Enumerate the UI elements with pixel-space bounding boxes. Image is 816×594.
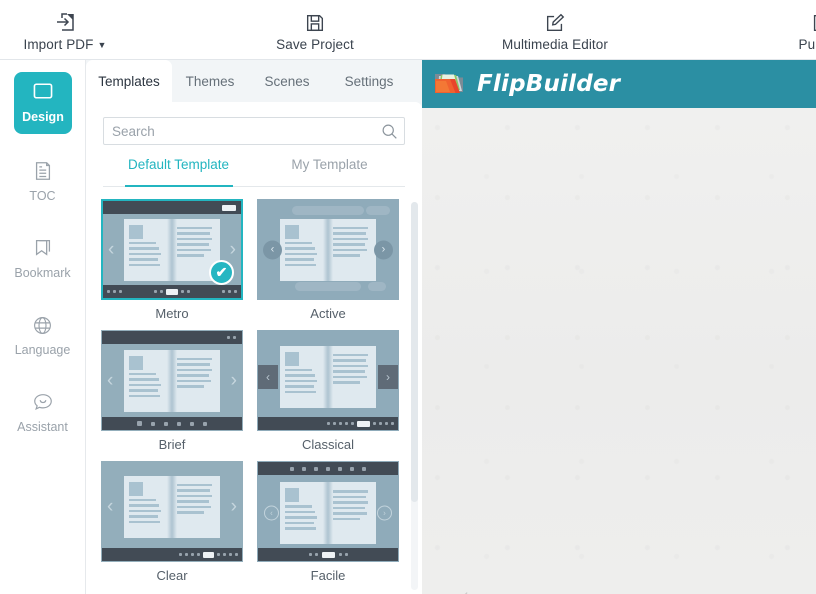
sidebar-item-assistant[interactable]: Assistant (0, 373, 85, 434)
book-preview (280, 345, 376, 408)
template-card-clear[interactable]: ‹ › Clear (101, 461, 243, 583)
book-preview (280, 218, 376, 281)
tab-label: Themes (185, 73, 235, 89)
template-card-active[interactable]: ‹ › Active (257, 199, 399, 321)
chevron-down-icon[interactable]: ▼ (98, 40, 107, 50)
selected-check-icon: ✔ (209, 260, 234, 285)
tab-label: Templates (98, 73, 160, 89)
search-icon[interactable] (374, 123, 404, 140)
template-thumbnail: ‹ › (257, 330, 399, 431)
tab-label: Scenes (264, 73, 310, 89)
search-box[interactable] (103, 117, 405, 145)
template-source-tabs: Default Template My Template (103, 157, 405, 187)
page-next-arrow: › (377, 505, 392, 521)
template-card-facile[interactable]: ‹ › Facile (257, 461, 399, 583)
bookmark-icon (32, 233, 54, 263)
book-preview (280, 482, 376, 545)
tab-themes[interactable]: Themes (172, 60, 248, 102)
toolbar-button-multimedia-editor[interactable]: Multimedia Editor (480, 2, 630, 58)
template-name: Classical (301, 437, 354, 452)
template-card-classical[interactable]: ‹ › Classical (257, 330, 399, 452)
sidebar-item-bookmark[interactable]: Bookmark (0, 219, 85, 280)
book-preview (124, 349, 220, 412)
sidebar-item-label: Design (22, 110, 64, 124)
toolbar-label: Import PDF ▼ (23, 37, 106, 52)
template-grid: ‹ › ✔ Metro ‹ › Active ‹ › Brief ‹ › Cla… (96, 199, 412, 594)
book-preview (124, 475, 220, 538)
sidebar-item-toc[interactable]: TOC (0, 142, 85, 203)
panel-tabstrip: Templates Themes Scenes Settings (86, 60, 422, 102)
toolbar-button-import-pdf[interactable]: Import PDF ▼ (0, 2, 130, 58)
brand-title: FlipBuilder (477, 71, 621, 97)
template-thumbnail: ‹ › (101, 461, 243, 562)
publish-icon (810, 8, 816, 34)
templates-panel: Templates Themes Scenes Settings Search … (86, 60, 422, 594)
subtab-default-template[interactable]: Default Template (103, 157, 254, 186)
tab-templates[interactable]: Templates (86, 60, 172, 102)
sidebar-item-label: TOC (29, 189, 56, 203)
page-prev-arrow: ‹ (258, 364, 278, 389)
toolbar-button-save-project[interactable]: Save Project (260, 2, 370, 58)
sidebar-item-label: Bookmark (14, 266, 71, 280)
page-prev-arrow: ‹ (264, 505, 279, 521)
page-prev-arrow: ‹ (107, 369, 114, 391)
sidebar-item-design[interactable]: Design (14, 72, 72, 134)
sidebar-item-label: Language (14, 343, 71, 357)
template-thumbnail: ‹ › (257, 461, 399, 562)
template-name: Facile (310, 568, 346, 583)
template-name: Metro (155, 306, 189, 321)
globe-icon (32, 310, 53, 340)
toolbar-label-text: Multimedia Editor (502, 37, 608, 52)
panel-body: Default Template My Template (86, 102, 422, 594)
import-pdf-icon (53, 8, 77, 34)
toolbar-button-publish[interactable]: Publish (780, 2, 816, 58)
toc-icon (32, 156, 54, 186)
page-next-arrow: › (378, 364, 398, 389)
tab-label: Settings (344, 73, 394, 89)
preview-brand-bar: FlipBuilder (422, 60, 816, 108)
template-name: Brief (158, 437, 186, 452)
template-thumbnail: ‹ › ✔ (101, 199, 243, 300)
page-prev-arrow: ‹ (263, 240, 282, 259)
sidebar-item-language[interactable]: Language (0, 296, 85, 357)
toolbar-chip (222, 204, 236, 211)
flipbuilder-folder-logo (432, 67, 468, 102)
edit-square-icon (544, 8, 566, 34)
subtab-my-template[interactable]: My Template (254, 157, 405, 186)
template-thumbnail: ‹ › (101, 330, 243, 431)
page-prev-arrow: ‹ (108, 238, 115, 260)
sidebar-item-label: Assistant (17, 420, 68, 434)
toolbar-label-text: Publish (798, 37, 816, 52)
tab-scenes[interactable]: Scenes (248, 60, 326, 102)
page-next-arrow: › (230, 369, 237, 391)
template-thumbnail: ‹ › (257, 199, 399, 300)
left-sidebar: Design TOC Bookmark Language Assistant (0, 60, 86, 594)
toolbar-label-text: Import PDF (23, 37, 94, 52)
page-next-arrow: › (230, 495, 237, 517)
book-preview (124, 218, 220, 281)
save-icon (304, 8, 326, 34)
panel-scrollbar-thumb[interactable] (411, 202, 418, 502)
page-prev-arrow: ‹ (107, 495, 114, 517)
page-next-arrow: › (374, 240, 393, 259)
preview-pane: FlipBuilder ‹ (422, 60, 816, 594)
subtab-label: Default Template (127, 157, 230, 172)
template-name: Active (310, 306, 346, 321)
template-card-metro[interactable]: ‹ › ✔ Metro (101, 199, 243, 321)
tab-settings[interactable]: Settings (326, 60, 412, 102)
subtab-label: My Template (291, 157, 368, 172)
search-input[interactable] (104, 118, 374, 144)
preview-stage: ‹ (422, 108, 816, 594)
toolbar-label-text: Save Project (276, 37, 354, 52)
preview-prev-page-arrow[interactable]: ‹ (450, 574, 472, 594)
design-icon (32, 82, 54, 105)
page-next-arrow: › (229, 238, 236, 260)
template-card-brief[interactable]: ‹ › Brief (101, 330, 243, 452)
top-toolbar: Import PDF ▼ Save Project Multimedia Edit (0, 0, 816, 60)
app-window: Import PDF ▼ Save Project Multimedia Edit (0, 0, 816, 594)
template-name: Clear (156, 568, 188, 583)
chat-smile-icon (32, 387, 54, 417)
panel-scrollbar[interactable] (411, 202, 418, 590)
